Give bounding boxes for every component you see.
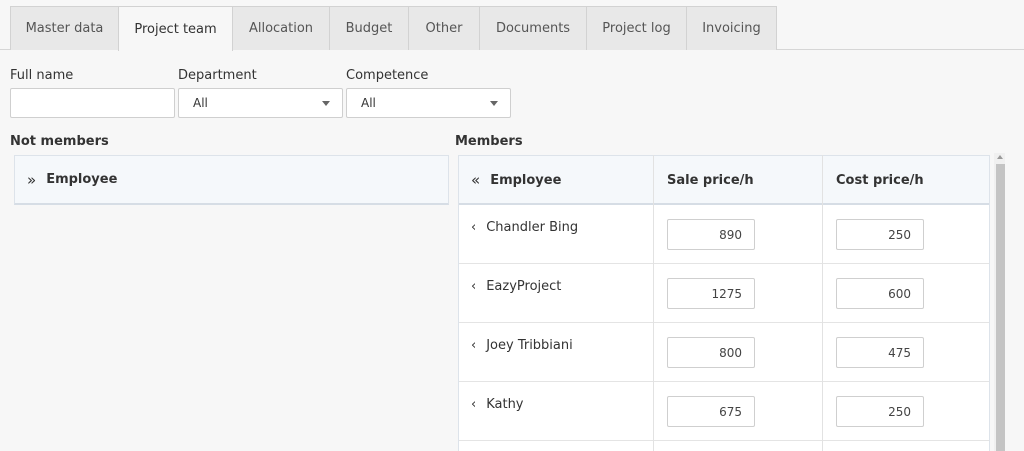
tab-bar: Master data Project team Allocation Budg… [0, 0, 1024, 51]
sale-price-header: Sale price/h [667, 172, 754, 188]
tab-allocation[interactable]: Allocation [232, 6, 330, 50]
member-name: ‹ Kathy [471, 397, 524, 412]
not-members-header: » Employee [14, 155, 449, 205]
chevron-left-icon[interactable]: ‹ [471, 397, 476, 412]
tab-project-team[interactable]: Project team [118, 6, 233, 51]
cost-price-input[interactable] [836, 337, 924, 368]
double-chevron-right-icon[interactable]: » [27, 171, 36, 189]
member-name-label: Joey Tribbiani [486, 338, 573, 353]
department-label: Department [178, 68, 257, 83]
tab-other[interactable]: Other [408, 6, 480, 50]
cost-price-input[interactable] [836, 396, 924, 427]
cost-price-input[interactable] [836, 219, 924, 250]
tab-invoicing[interactable]: Invoicing [686, 6, 777, 50]
sale-price-input[interactable] [667, 396, 755, 427]
double-chevron-left-icon[interactable]: « [471, 171, 480, 189]
competence-label: Competence [346, 68, 429, 83]
member-name: ‹ EazyProject [471, 279, 561, 294]
chevron-down-icon [322, 101, 330, 106]
chevron-left-icon[interactable]: ‹ [471, 279, 476, 294]
scroll-up-icon[interactable] [997, 155, 1003, 159]
sale-price-input[interactable] [667, 278, 755, 309]
table-row: ‹ Joey Tribbiani [459, 323, 989, 382]
competence-select[interactable]: All [346, 88, 511, 118]
full-name-label: Full name [10, 68, 74, 83]
members-employee-header-label: Employee [490, 172, 562, 188]
member-name-label: EazyProject [486, 279, 562, 294]
members-table: « Employee Sale price/h Cost price/h ‹ C… [458, 155, 990, 451]
column-divider [822, 155, 823, 451]
cost-price-input[interactable] [836, 278, 924, 309]
full-name-input[interactable] [10, 88, 175, 118]
sale-price-input[interactable] [667, 219, 755, 250]
members-scrollbar-thumb[interactable] [996, 164, 1005, 451]
members-title: Members [455, 134, 523, 149]
tab-budget[interactable]: Budget [329, 6, 409, 50]
tab-project-log[interactable]: Project log [586, 6, 687, 50]
chevron-left-icon[interactable]: ‹ [471, 220, 476, 235]
table-row: ‹ EazyProject [459, 264, 989, 323]
tab-master-data[interactable]: Master data [10, 6, 119, 50]
chevron-left-icon[interactable]: ‹ [471, 338, 476, 353]
sale-price-input[interactable] [667, 337, 755, 368]
table-row: ‹ Kathy [459, 382, 989, 441]
cost-price-header: Cost price/h [836, 172, 924, 188]
tab-documents[interactable]: Documents [479, 6, 587, 50]
department-select[interactable]: All [178, 88, 343, 118]
competence-select-value: All [361, 96, 376, 110]
member-name-label: Chandler Bing [486, 220, 579, 235]
member-name-label: Kathy [486, 397, 524, 412]
not-members-employee-header: Employee [46, 172, 118, 187]
members-table-header: « Employee Sale price/h Cost price/h [459, 155, 989, 205]
member-name: ‹ Chandler Bing [471, 220, 578, 235]
member-name: ‹ Joey Tribbiani [471, 338, 573, 353]
not-members-title: Not members [10, 134, 109, 149]
column-divider [653, 155, 654, 451]
members-employee-header: « Employee [471, 156, 561, 204]
chevron-down-icon [490, 101, 498, 106]
department-select-value: All [193, 96, 208, 110]
table-row: ‹ Chandler Bing [459, 205, 989, 264]
